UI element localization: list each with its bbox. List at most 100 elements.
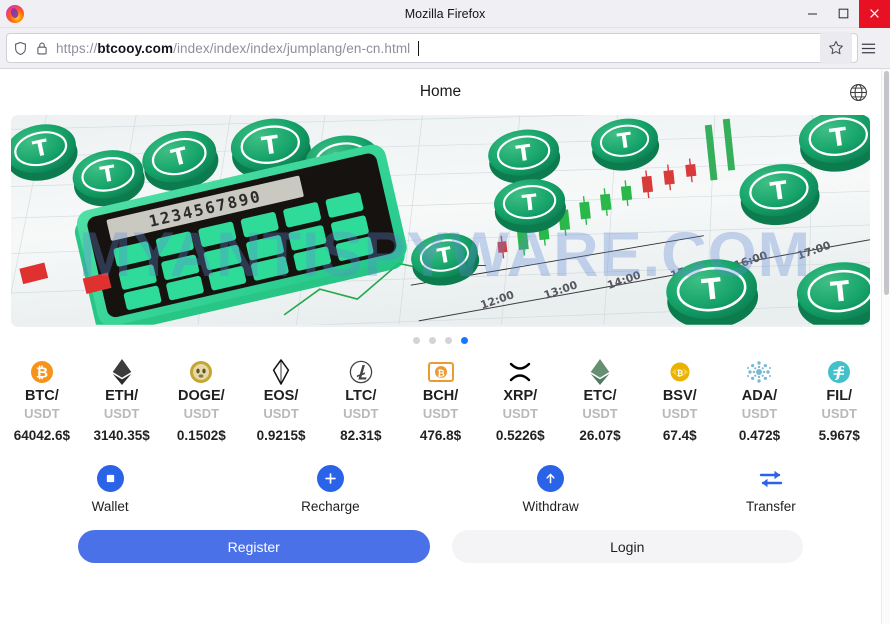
arrow-up-icon (537, 465, 565, 492)
ticker-price: 0.5226$ (495, 428, 545, 443)
maximize-button[interactable] (828, 0, 859, 28)
window-controls (797, 0, 890, 28)
plus-icon (316, 465, 344, 492)
ticker-quote: USDT (24, 406, 60, 421)
carousel-dot-4-active[interactable] (461, 336, 468, 344)
ticker-price: 3140.35$ (93, 428, 150, 443)
ticker-base: BTC/ (24, 388, 59, 404)
site-header: Home (0, 69, 881, 115)
hero-banner[interactable]: 12:00 13:00 14:00 15:00 16:00 17:00 (11, 115, 870, 327)
hamburger-menu-icon[interactable] (852, 32, 884, 64)
ticker-price: 0.9215$ (256, 428, 306, 443)
globe-icon[interactable] (845, 79, 871, 105)
close-button[interactable] (859, 0, 890, 28)
quick-actions-row: Wallet Recharge Withdraw Transfer (0, 453, 881, 520)
shield-icon[interactable] (13, 41, 28, 56)
bitcoin-cash-icon: ₿ (427, 359, 454, 385)
ticker-base: ETH/ (105, 388, 139, 404)
minimize-button[interactable] (797, 0, 828, 28)
filecoin-icon: f (826, 359, 852, 385)
action-wallet[interactable]: Wallet (0, 465, 220, 514)
ticker-quote: USDT (502, 406, 538, 421)
ticker-base: FIL/ (826, 388, 853, 404)
svg-text:₿: ₿ (36, 364, 48, 382)
carousel-dot-3[interactable] (445, 336, 452, 344)
carousel-dot-1[interactable] (413, 336, 420, 344)
svg-text:T: T (829, 274, 851, 309)
action-label: Transfer (745, 499, 796, 514)
ticker-price: 64042.6$ (13, 428, 71, 443)
ticker-base: EOS/ (263, 388, 299, 404)
svg-text:₿: ₿ (437, 369, 444, 380)
ticker-quote: USDT (183, 406, 220, 421)
ticker-base: ADA/ (741, 388, 778, 404)
ticker-base: BCH/ (422, 388, 459, 404)
ticker-fil[interactable]: f FIL/ USDT 5.967$ (799, 359, 879, 445)
url-text: https://btcooy.com/index/index/index/jum… (56, 40, 411, 56)
ripple-icon (507, 359, 533, 385)
crypto-ticker-row: ₿ BTC/ USDT 64042.6$ ETH/ USDT 3140.35$ (0, 353, 881, 453)
bitcoin-icon: ₿ (29, 359, 55, 385)
ticker-price: 67.4$ (662, 428, 697, 443)
ticker-ltc[interactable]: LTC/ USDT 82.31$ (321, 359, 401, 445)
ticker-quote: USDT (741, 406, 778, 421)
ticker-price: 26.07$ (579, 428, 621, 443)
ticker-quote: USDT (343, 406, 379, 421)
scrollbar-thumb[interactable] (884, 71, 889, 295)
window-titlebar: Mozilla Firefox (0, 0, 890, 28)
ticker-quote: USDT (263, 406, 299, 421)
eos-icon (268, 359, 294, 385)
page-viewport: Home 12:00 13:00 14:00 16:00 17:00 T T T… (0, 68, 890, 624)
ticker-quote: USDT (582, 406, 618, 421)
action-label: Recharge (301, 499, 360, 514)
ticker-base: ETC/ (583, 388, 617, 404)
ticker-eth[interactable]: ETH/ USDT 3140.35$ (82, 359, 162, 445)
ticker-quote: USDT (103, 406, 140, 421)
ticker-bch[interactable]: ₿ BCH/ USDT 476.8$ (401, 359, 481, 445)
dogecoin-icon (188, 359, 214, 385)
page-scrollbar[interactable] (881, 69, 890, 624)
ticker-price: 0.1502$ (176, 428, 226, 443)
window-title: Mozilla Firefox (404, 6, 486, 21)
action-transfer[interactable]: Transfer (661, 465, 881, 514)
register-button[interactable]: Register (78, 530, 430, 563)
ticker-eos[interactable]: EOS/ USDT 0.9215$ (241, 359, 321, 445)
ticker-doge[interactable]: DOGE/ USDT 0.1502$ (161, 359, 241, 445)
page-title: Home (419, 83, 462, 100)
svg-text:₿: ₿ (676, 369, 683, 378)
ticker-base: BSV/ (662, 388, 697, 404)
action-withdraw[interactable]: Withdraw (441, 465, 661, 514)
auth-buttons-row: Register Login (0, 520, 881, 577)
login-button[interactable]: Login (451, 530, 803, 563)
ticker-bsv[interactable]: ₿ BSV/ USDT 67.4$ (640, 359, 720, 445)
ticker-btc[interactable]: ₿ BTC/ USDT 64042.6$ (2, 359, 82, 445)
text-cursor (418, 40, 420, 56)
banner-image: 12:00 13:00 14:00 15:00 16:00 17:00 (11, 115, 870, 325)
padlock-icon[interactable] (35, 41, 49, 56)
ethereum-icon (109, 359, 135, 385)
carousel-dot-2[interactable] (429, 336, 436, 344)
ticker-base: XRP/ (503, 388, 538, 404)
action-recharge[interactable]: Recharge (220, 465, 440, 514)
ethereum-classic-icon (587, 359, 613, 385)
ticker-price: 476.8$ (419, 428, 462, 443)
action-label: Wallet (91, 499, 129, 514)
bookmark-star-icon[interactable] (820, 32, 852, 64)
ticker-quote: USDT (422, 406, 459, 421)
svg-text:T: T (521, 190, 539, 216)
firefox-logo-icon (6, 4, 24, 23)
bitcoin-sv-icon: ₿ (667, 359, 693, 385)
ticker-base: DOGE/ (177, 388, 225, 404)
ticker-quote: USDT (662, 406, 698, 421)
navigation-toolbar: https://btcooy.com/index/index/index/jum… (0, 28, 890, 68)
ticker-price: 0.472$ (738, 428, 781, 443)
ticker-ada[interactable]: ADA/ USDT 0.472$ (720, 359, 800, 445)
transfer-arrows-icon (757, 465, 784, 492)
carousel-dots[interactable] (0, 327, 881, 353)
ticker-xrp[interactable]: XRP/ USDT 0.5226$ (480, 359, 560, 445)
ticker-quote: USDT (821, 406, 857, 421)
web-page-content: Home 12:00 13:00 14:00 16:00 17:00 T T T… (0, 69, 881, 624)
action-label: Withdraw (522, 499, 579, 514)
ticker-etc[interactable]: ETC/ USDT 26.07$ (560, 359, 640, 445)
url-bar[interactable]: https://btcooy.com/index/index/index/jum… (6, 33, 858, 63)
